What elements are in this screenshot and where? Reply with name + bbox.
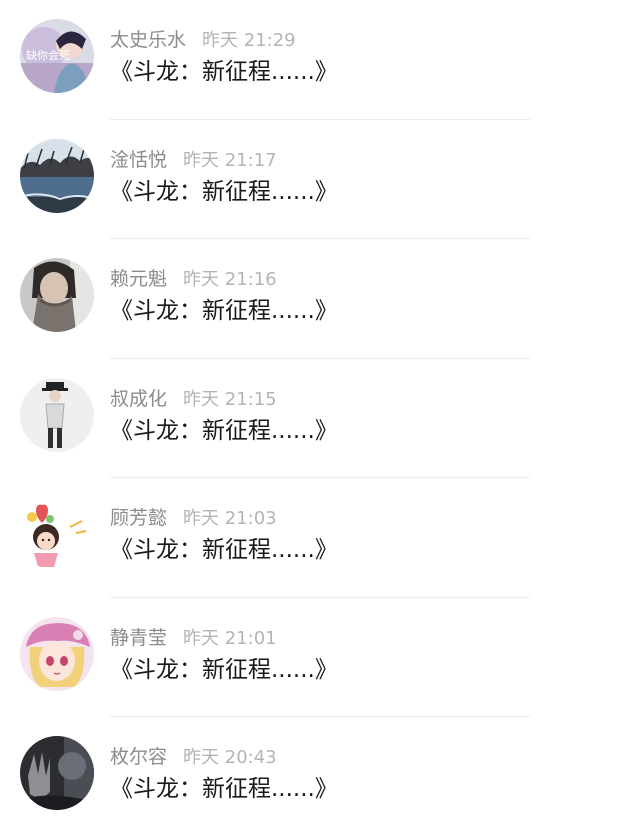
comment-meta: 顾芳懿 昨天 21:03: [110, 505, 277, 531]
user-avatar-portrait-icon[interactable]: 缺你会死: [20, 19, 94, 93]
comment-time: 昨天 21:01: [183, 627, 277, 649]
user-name[interactable]: 淦恬悦: [110, 149, 167, 171]
user-avatar-hat-person-icon[interactable]: [20, 377, 94, 452]
comment-time: 昨天 21:29: [202, 30, 296, 51]
user-name[interactable]: 赖元魁: [110, 268, 167, 290]
user-avatar-cartoon-balloon-icon[interactable]: [20, 497, 94, 571]
comment-message: 《斗龙：新征程......》: [110, 298, 338, 324]
user-avatar-anime-girl-icon[interactable]: [20, 616, 94, 691]
comment-time: 昨天 21:03: [183, 508, 277, 529]
comment-meta: 枚尔容 昨天 20:43: [110, 744, 277, 770]
comment-message: 《斗龙：新征程......》: [110, 59, 338, 85]
user-name[interactable]: 顾芳懿: [110, 507, 167, 529]
comment-message: 《斗龙：新征程......》: [110, 537, 338, 563]
comment-message: 《斗龙：新征程......》: [110, 776, 338, 802]
comment-meta: 太史乐水 昨天 21:29: [110, 27, 296, 53]
user-name[interactable]: 枚尔容: [110, 746, 167, 768]
user-name[interactable]: 静青莹: [110, 627, 167, 649]
comment-message: 《斗龙：新征程......》: [110, 417, 338, 444]
comment-time: 昨天 21:16: [183, 269, 277, 290]
comment-time: 昨天 21:15: [183, 388, 277, 410]
comment-meta: 叔成化 昨天 21:15: [110, 386, 277, 412]
comment-item[interactable]: 缺你会死 太史乐水 昨天 21:29 《斗龙：新征程......》: [0, 0, 640, 120]
user-name[interactable]: 叔成化: [110, 388, 167, 410]
user-avatar-scarf-person-icon[interactable]: [20, 258, 94, 332]
comment-item[interactable]: 枚尔容 昨天 20:43 《斗龙：新征程......》: [0, 717, 640, 837]
comment-meta: 淦恬悦 昨天 21:17: [110, 147, 277, 173]
comment-item[interactable]: 赖元魁 昨天 21:16 《斗龙：新征程......》: [0, 239, 640, 359]
comment-item[interactable]: 顾芳懿 昨天 21:03 《斗龙：新征程......》: [0, 478, 640, 598]
comment-list: 缺你会死 太史乐水 昨天 21:29 《斗龙：新征程......》 淦恬悦 昨天 2…: [0, 0, 640, 825]
comment-meta: 静青莹 昨天 21:01: [110, 625, 277, 651]
comment-item[interactable]: 叔成化 昨天 21:15 《斗龙：新征程......》: [0, 359, 640, 478]
comment-time: 昨天 20:43: [183, 747, 277, 768]
user-avatar-dark-hand-icon[interactable]: [20, 736, 94, 810]
comment-message: 《斗龙：新征程......》: [110, 656, 338, 683]
comment-meta: 赖元魁 昨天 21:16: [110, 266, 277, 292]
svg-text:缺你会死: 缺你会死: [26, 48, 70, 62]
comment-item[interactable]: 淦恬悦 昨天 21:17 《斗龙：新征程......》: [0, 120, 640, 239]
user-avatar-landscape-icon[interactable]: [20, 138, 94, 213]
comment-message: 《斗龙：新征程......》: [110, 178, 338, 205]
comment-time: 昨天 21:17: [183, 149, 277, 171]
user-name[interactable]: 太史乐水: [110, 29, 186, 51]
comment-item[interactable]: 静青莹 昨天 21:01 《斗龙：新征程......》: [0, 598, 640, 717]
